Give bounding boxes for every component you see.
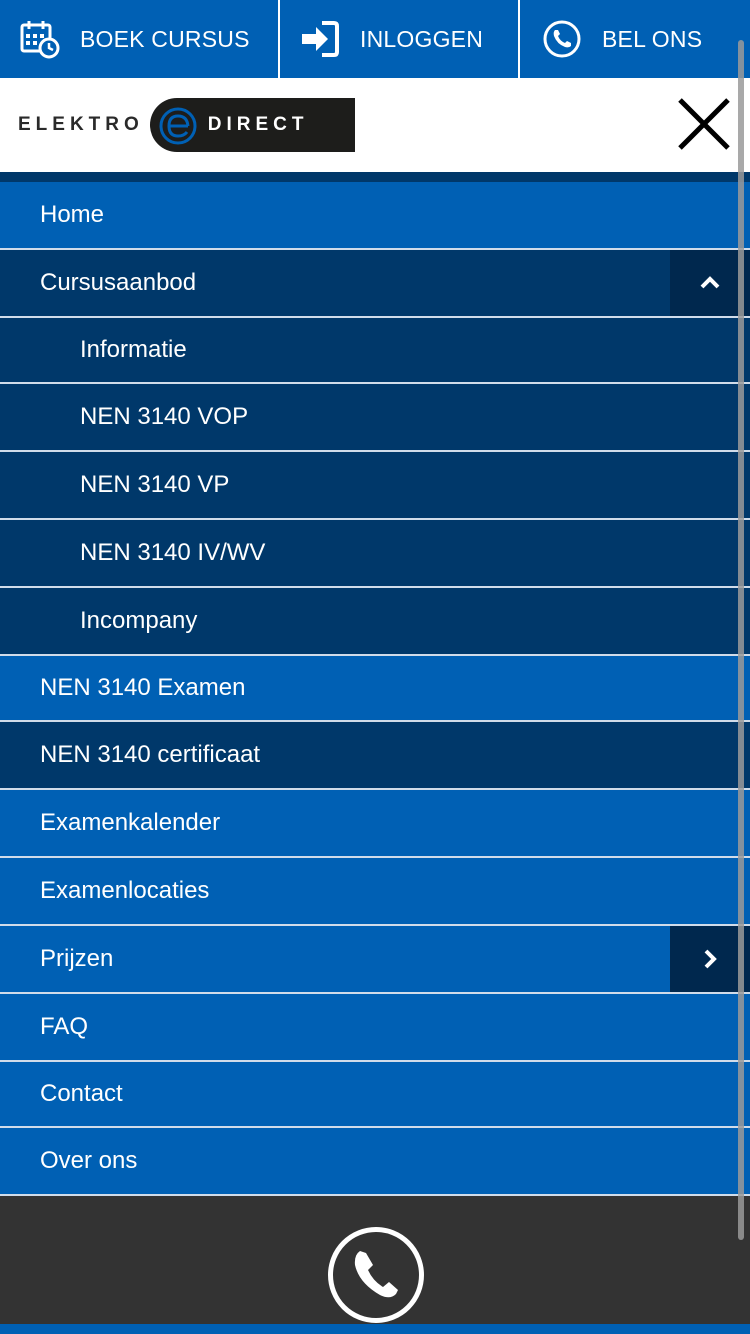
phone-icon (542, 19, 582, 59)
menu-item-label: Prijzen (40, 945, 114, 972)
menu-item-label: NEN 3140 VOP (80, 403, 249, 430)
chevron-up-icon (700, 276, 720, 289)
logo-badge: DIRECT (149, 98, 355, 152)
footer-call-area (0, 1196, 750, 1324)
menu-item-cursusaanbod[interactable]: Cursusaanbod (0, 250, 750, 318)
call-us-label: BEL ONS (602, 25, 703, 52)
chevron-right-icon (704, 949, 717, 969)
menu-item-label: Incompany (80, 607, 198, 634)
logo-e-icon (159, 107, 197, 145)
login-button[interactable]: INLOGGEN (280, 0, 520, 78)
menu-item-nen3140-iv-wv[interactable]: NEN 3140 IV/WV (0, 520, 750, 588)
scrollbar[interactable] (738, 40, 744, 1240)
sign-in-icon (300, 19, 340, 59)
menu-item-nen3140-examen[interactable]: NEN 3140 Examen (0, 656, 750, 722)
menu-item-label: Cursusaanbod (40, 269, 197, 296)
menu-item-label: Examenlocaties (40, 877, 210, 904)
menu-item-label: Home (40, 201, 105, 228)
top-action-bar: BOEK CURSUS INLOGGEN BEL ONS (0, 0, 750, 78)
menu-item-nen3140-certificaat[interactable]: NEN 3140 certificaat (0, 722, 750, 790)
floating-call-button[interactable] (328, 1227, 424, 1323)
logo-text-left: ELEKTRO (18, 114, 144, 135)
menu-item-incompany[interactable]: Incompany (0, 588, 750, 656)
menu-item-label: Over ons (40, 1147, 138, 1174)
login-label: INLOGGEN (360, 25, 484, 52)
menu-item-label: Contact (40, 1080, 123, 1107)
menu-item-label: Examenkalender (40, 809, 221, 836)
menu-item-nen3140-vop[interactable]: NEN 3140 VOP (0, 384, 750, 452)
menu-item-home[interactable]: Home (0, 182, 750, 250)
call-us-button[interactable]: BEL ONS (520, 0, 750, 78)
menu-item-nen3140-vp[interactable]: NEN 3140 VP (0, 452, 750, 520)
menu-item-label: NEN 3140 IV/WV (80, 539, 266, 566)
menu-item-examenlocaties[interactable]: Examenlocaties (0, 858, 750, 926)
menu-item-faq[interactable]: FAQ (0, 994, 750, 1062)
menu-item-examenkalender[interactable]: Examenkalender (0, 790, 750, 858)
book-course-button[interactable]: BOEK CURSUS (0, 0, 280, 78)
menu-item-contact[interactable]: Contact (0, 1062, 750, 1128)
menu-item-label: NEN 3140 VP (80, 471, 230, 498)
main-navigation: Home Cursusaanbod Informatie NEN 3140 VO… (0, 182, 750, 1196)
phone-icon (354, 1251, 398, 1298)
close-menu-button[interactable] (676, 96, 732, 152)
logo-text-right: DIRECT (207, 114, 309, 135)
calendar-clock-icon (20, 19, 60, 59)
bottom-bar (0, 1324, 750, 1334)
menu-item-informatie[interactable]: Informatie (0, 318, 750, 384)
menu-top-border (0, 172, 750, 182)
menu-item-over-ons[interactable]: Over ons (0, 1128, 750, 1196)
menu-item-label: NEN 3140 certificaat (40, 741, 261, 768)
close-icon (678, 98, 730, 150)
book-course-label: BOEK CURSUS (80, 25, 250, 52)
menu-item-label: FAQ (40, 1013, 89, 1040)
elektro-direct-logo[interactable]: ELEKTRO DIRECT (18, 98, 355, 152)
menu-item-label: Informatie (80, 336, 187, 363)
menu-item-prijzen[interactable]: Prijzen (0, 926, 750, 994)
menu-item-label: NEN 3140 Examen (40, 674, 246, 701)
site-header: ELEKTRO DIRECT (0, 78, 750, 172)
